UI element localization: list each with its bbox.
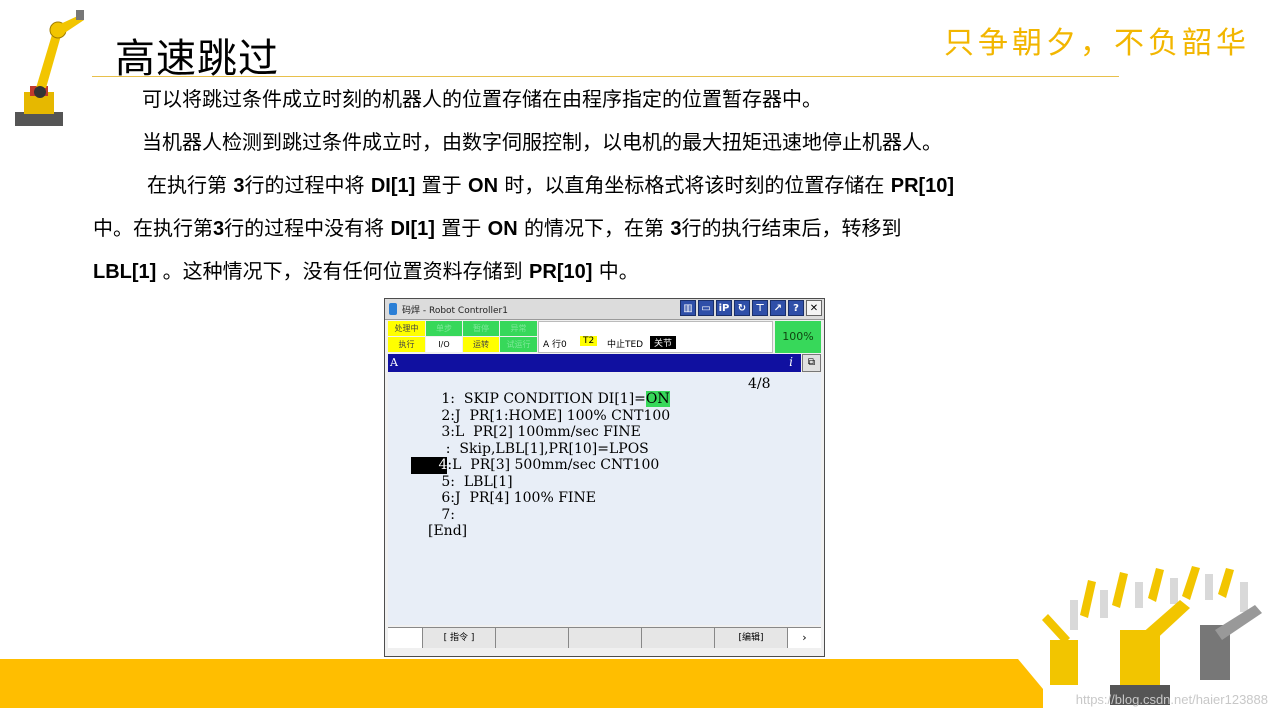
pendant-app-icon <box>389 303 397 315</box>
program-line-7[interactable]: 7: <box>428 507 455 523</box>
ipendant-icon[interactable]: iP <box>716 300 732 316</box>
program-line-2[interactable]: 2:J PR[1:HOME] 100% CNT100 <box>428 408 670 424</box>
override-indicator: 100% <box>775 321 821 353</box>
titlebar-buttons: ▥ ▭ iP ↻ ⊤ ↗ ? ✕ <box>680 300 822 316</box>
pin-icon[interactable]: ⊤ <box>752 300 768 316</box>
program-name-bar: A i <box>388 354 801 372</box>
status-panel: 处理中 单步 暂停 异常 执行 I/O 运转 试运行 A 行0 T2 中止TED… <box>388 321 821 353</box>
program-status-line: A 行0 T2 中止TED 关节 <box>538 321 773 353</box>
fkey-4[interactable] <box>642 628 715 648</box>
paragraph-3: 在执行第 3行的过程中将 DI[1] 置于 ON 时，以直角坐标格式将该时刻的位… <box>147 173 955 197</box>
paragraph-4: 中。在执行第3行的过程中没有将 DI[1] 置于 ON 的情况下，在第 3行的执… <box>93 216 902 240</box>
help-icon[interactable]: ? <box>788 300 804 316</box>
robot-arm-logo-icon <box>15 10 84 126</box>
function-key-bar: [ 指令 ] [编辑] › <box>388 627 821 648</box>
next-page-icon[interactable]: › <box>788 628 821 648</box>
window-title: 码焊 - Robot Controller1 <box>402 306 508 316</box>
paragraph-1: 可以将跳过条件成立时刻的机器人的位置存储在由程序指定的位置暂存器中。 <box>142 87 822 111</box>
fkey-3[interactable] <box>569 628 642 648</box>
maximize-icon[interactable]: ⧉ <box>802 354 821 372</box>
window-titlebar: 码焊 - Robot Controller1 ▥ ▭ iP ↻ ⊤ ↗ ? ✕ <box>385 299 824 320</box>
robots-group-icon <box>1042 566 1262 705</box>
status-tcyc: 试运行 <box>500 337 537 352</box>
program-line-5[interactable]: 5: LBL[1] <box>428 474 512 490</box>
slogan: 只争朝夕，不负韶华 <box>944 26 1250 61</box>
status-run: 执行 <box>388 337 425 352</box>
watermark: https://blog.csdn.net/haier123888 <box>1075 692 1268 707</box>
stop-status: 中止TED <box>607 340 644 350</box>
external-link-icon[interactable]: ↗ <box>770 300 786 316</box>
fkey-instruction[interactable]: [ 指令 ] <box>423 628 496 648</box>
program-line-3[interactable]: 3:L PR[2] 100mm/sec FINE <box>428 424 641 440</box>
status-prod: 运转 <box>463 337 499 352</box>
teach-pendant-window: 码焊 - Robot Controller1 ▥ ▭ iP ↻ ⊤ ↗ ? ✕ … <box>384 298 825 657</box>
fkey-edit[interactable]: [编辑] <box>715 628 788 648</box>
close-icon[interactable]: ✕ <box>806 300 822 316</box>
program-line-1[interactable]: 1: SKIP CONDITION DI[1]=ON <box>428 391 670 407</box>
status-busy: 处理中 <box>388 321 425 336</box>
program-end: [End] <box>428 523 468 539</box>
program-line-6[interactable]: 6:J PR[4] 100% FINE <box>428 490 596 506</box>
bottom-accent-bar <box>0 659 1043 708</box>
fkey-blank <box>388 628 423 648</box>
fkey-2[interactable] <box>496 628 569 648</box>
title-divider <box>92 76 1119 77</box>
screen-icon[interactable]: ▭ <box>698 300 714 316</box>
program-line-3b[interactable]: : Skip,LBL[1],PR[10]=LPOS <box>428 441 649 457</box>
program-line-text: A 行0 <box>543 340 567 350</box>
line-position: 4/8 <box>748 376 771 392</box>
menu-icon[interactable]: ▥ <box>680 300 696 316</box>
line-cursor: 4 <box>411 457 448 474</box>
program-name: A <box>390 356 398 369</box>
coord-badge: 关节 <box>650 336 677 349</box>
paragraph-2: 当机器人检测到跳过条件成立时，由数字伺服控制，以电机的最大扭矩迅速地停止机器人。 <box>142 130 942 154</box>
mode-badge: T2 <box>580 336 598 346</box>
on-highlight: ON <box>645 391 670 407</box>
status-hold: 暂停 <box>463 321 499 336</box>
refresh-icon[interactable]: ↻ <box>734 300 750 316</box>
status-step: 单步 <box>426 321 462 336</box>
program-editor[interactable]: 4/8 1: SKIP CONDITION DI[1]=ON 2:J PR[1:… <box>388 373 821 625</box>
paragraph-5: LBL[1] 。这种情况下，没有任何位置资料存储到 PR[10] 中。 <box>93 259 639 283</box>
program-listing: 1: SKIP CONDITION DI[1]=ON 2:J PR[1:HOME… <box>411 391 670 540</box>
status-io: I/O <box>426 337 462 352</box>
status-fault: 异常 <box>500 321 537 336</box>
program-line-4[interactable]: 4:L PR[3] 500mm/sec CNT100 <box>411 457 659 474</box>
info-icon[interactable]: i <box>789 355 793 369</box>
